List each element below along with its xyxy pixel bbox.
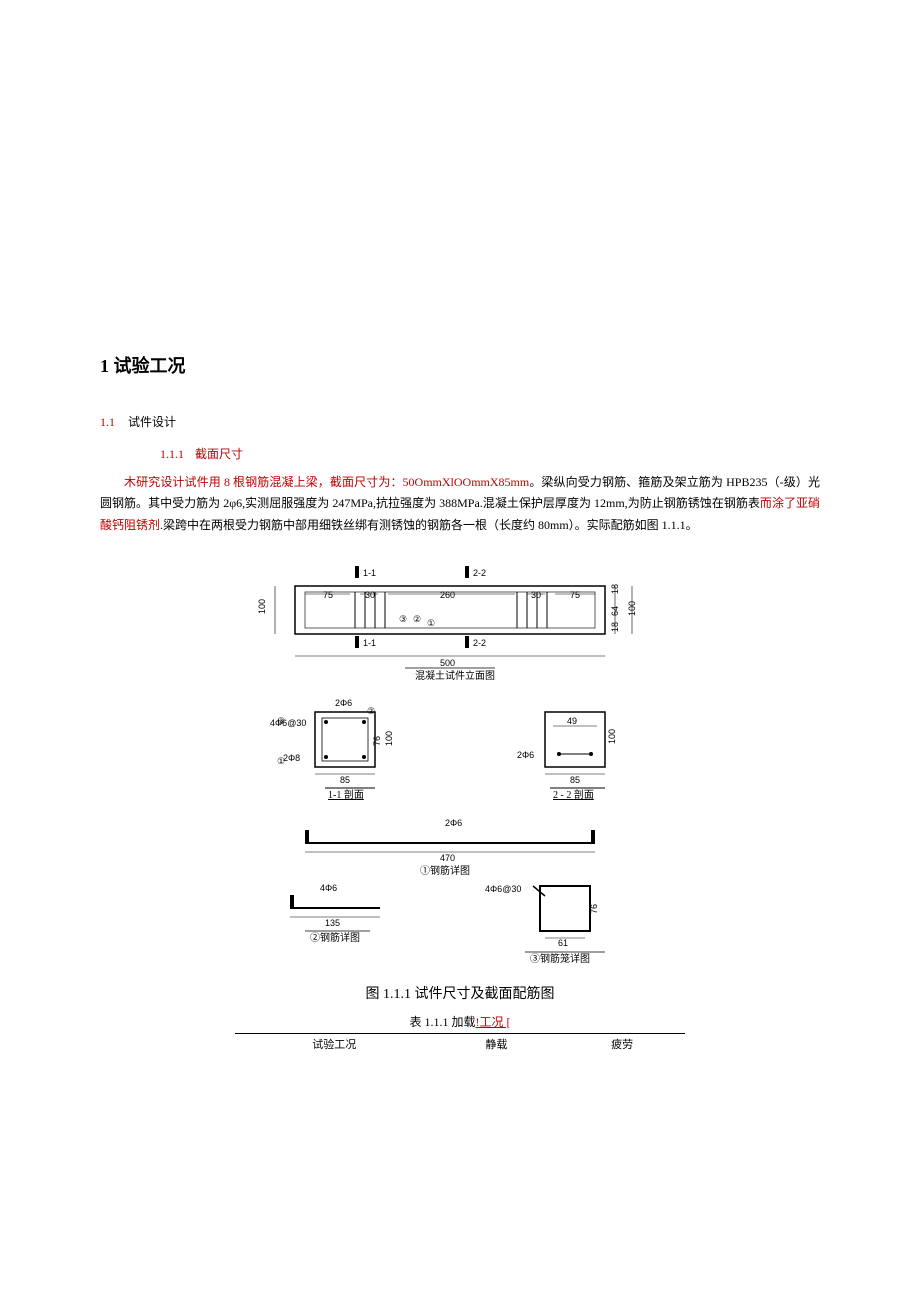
dim: 85 bbox=[570, 775, 580, 785]
rebar-label: 4Φ6@30 bbox=[270, 718, 306, 728]
figure-sublabel: 2 - 2 剖面 bbox=[553, 788, 594, 801]
dim: 100 bbox=[627, 601, 637, 616]
rebar-label: 2Φ6 bbox=[335, 698, 352, 708]
table-caption: 表 1.1.1 加载!工况 [ bbox=[235, 1012, 685, 1034]
cut-label: 2-2 bbox=[473, 638, 486, 648]
mark: ② bbox=[367, 706, 375, 716]
cell: 试验工况 bbox=[235, 1034, 434, 1058]
rebar-label: 4Φ6 bbox=[320, 883, 337, 893]
figure-sublabel: 混凝土试件立面图 bbox=[415, 669, 495, 682]
rebar-label: 4Φ6@30 bbox=[485, 884, 521, 894]
dim: 61 bbox=[558, 938, 568, 948]
specimen-diagram: 1-1 2-2 75 30 260 30 75 bbox=[235, 556, 685, 976]
dim: 135 bbox=[325, 918, 340, 928]
dim: 75 bbox=[570, 590, 580, 600]
subsection-num: 1.1.1 bbox=[160, 447, 184, 461]
cell: 疲劳 bbox=[559, 1034, 685, 1058]
dim: 18 bbox=[610, 622, 620, 632]
figure-sublabel: ③钢筋笼详图 bbox=[530, 952, 590, 965]
dim: 76 bbox=[372, 736, 382, 746]
dim: 85 bbox=[340, 775, 350, 785]
dim: 100 bbox=[384, 731, 394, 746]
figure-sublabel: ②钢筋详图 bbox=[310, 931, 360, 944]
section-1-1-heading: 1.1 试件设计 bbox=[100, 412, 820, 434]
dim: 76 bbox=[589, 904, 599, 914]
cut-label: 1-1 bbox=[363, 638, 376, 648]
heading-1: 1 试验工况 bbox=[100, 350, 820, 382]
rebar-label: 2Φ6 bbox=[517, 750, 534, 760]
section-num: 1.1 bbox=[100, 415, 115, 429]
dim: 49 bbox=[567, 716, 577, 726]
section-1-1-1-heading: 1.1.1 截面尺寸 bbox=[160, 444, 820, 466]
figure-1-1-1: 1-1 2-2 75 30 260 30 75 bbox=[235, 556, 685, 1058]
dim: 30 bbox=[365, 590, 375, 600]
subsection-title: 截面尺寸 bbox=[195, 447, 243, 461]
cut-label: 1-1 bbox=[363, 568, 376, 578]
dim: 100 bbox=[257, 599, 267, 614]
figure-sublabel: 1-1 剖面 bbox=[328, 788, 364, 801]
dim: 18 bbox=[610, 584, 620, 594]
rebar-label: 2Φ6 bbox=[445, 818, 462, 828]
dim: 500 bbox=[440, 658, 455, 668]
cell: 静载 bbox=[434, 1034, 560, 1058]
paragraph-body: 木研究设计试件用 8 根钢筋混凝上梁，截面尺寸为：50OmmXlOOmmX85m… bbox=[100, 472, 820, 537]
figure-caption: 图 1.1.1 试件尺寸及截面配筋图 bbox=[235, 982, 685, 1007]
dim: 75 bbox=[323, 590, 333, 600]
table-row: 试验工况 静载 疲劳 bbox=[235, 1034, 685, 1058]
dim: 260 bbox=[440, 590, 455, 600]
rebar-label: 2Φ8 bbox=[283, 753, 300, 763]
dim: 100 bbox=[607, 729, 617, 744]
dim: 30 bbox=[531, 590, 541, 600]
cut-label: 2-2 bbox=[473, 568, 486, 578]
mark: ③ bbox=[399, 614, 407, 624]
mark: ② bbox=[413, 614, 421, 624]
section-title: 试件设计 bbox=[128, 415, 176, 429]
table-caption-error: !工况 [ bbox=[476, 1015, 511, 1029]
text-highlighted: 木研究设计试件用 8 根钢筋混凝上梁，截面尺寸为：50OmmXlOOmmX85m… bbox=[124, 475, 529, 489]
mark: ① bbox=[427, 618, 435, 628]
text: .梁跨中在两根受力钢筋中部用细铁丝绑有测锈蚀的钢筋各一根（长度约 80mm）。实… bbox=[160, 518, 698, 532]
mark: ① bbox=[277, 756, 285, 766]
figure-sublabel: ①钢筋详图 bbox=[420, 864, 470, 877]
mark: ③ bbox=[277, 716, 285, 726]
load-condition-table: 试验工况 静载 疲劳 bbox=[235, 1033, 685, 1058]
dim: 64 bbox=[610, 606, 620, 616]
table-caption-text: 表 1.1.1 加载 bbox=[409, 1015, 475, 1029]
dim: 470 bbox=[440, 853, 455, 863]
